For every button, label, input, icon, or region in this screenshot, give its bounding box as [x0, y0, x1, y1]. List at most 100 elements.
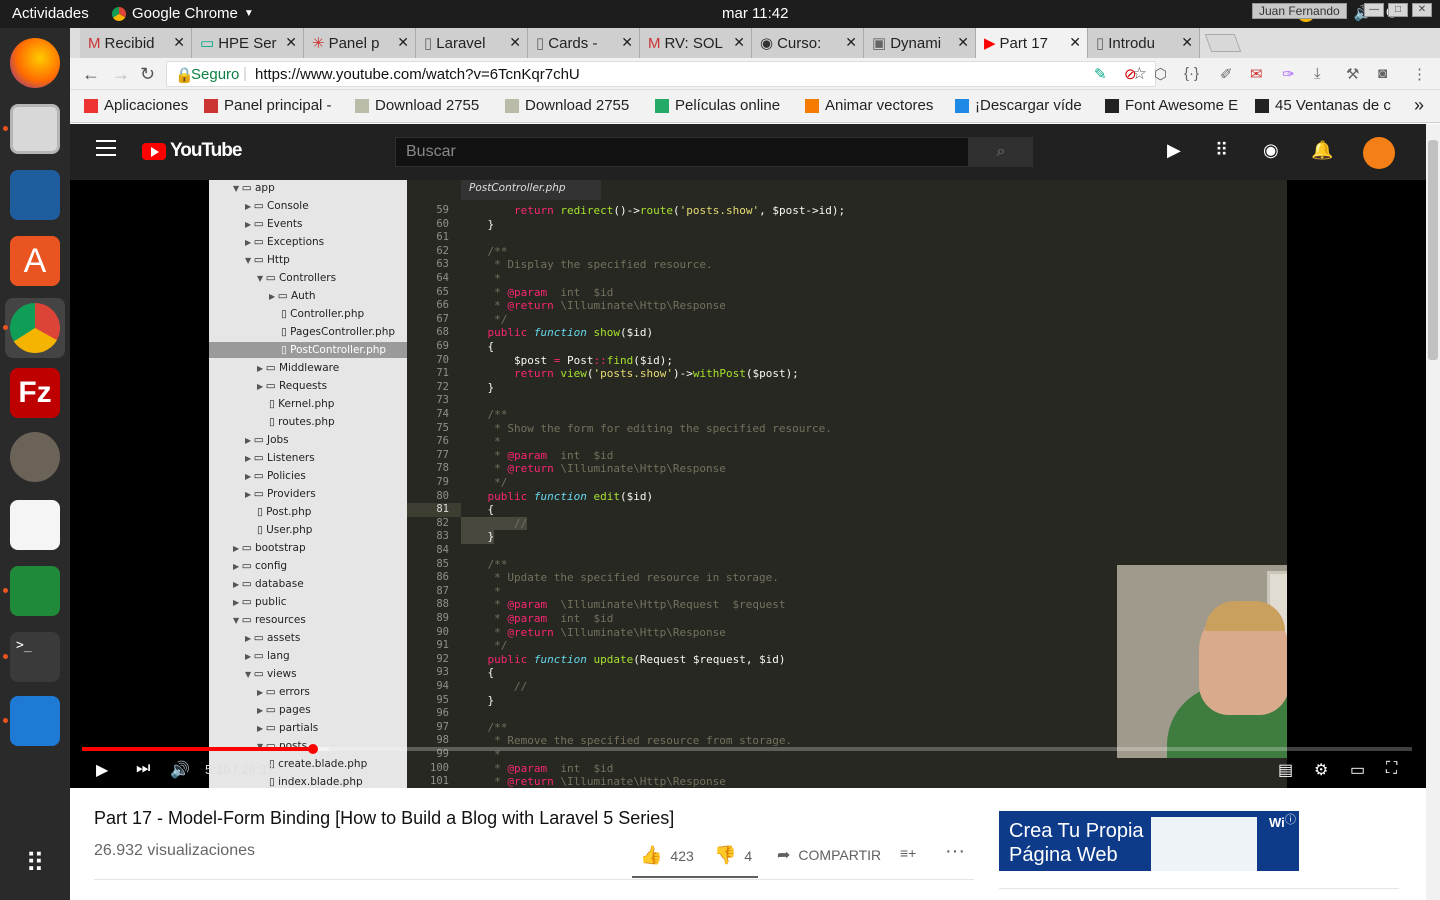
- video-player[interactable]: ▼ ▭ app ▶ ▭ Console ▶ ▭ Events ▶ ▭ Exceptio…: [70, 180, 1426, 788]
- bookmark-item[interactable]: Animar vectores: [805, 97, 933, 114]
- close-tab-icon[interactable]: ✕: [1181, 34, 1193, 51]
- theater-mode-icon[interactable]: ▭: [1350, 760, 1365, 780]
- settings-gear-icon[interactable]: ⚙: [1314, 760, 1328, 780]
- bookmark-item[interactable]: 45 Ventanas de c: [1255, 97, 1391, 114]
- calc-icon[interactable]: [10, 566, 60, 616]
- tab-introdu[interactable]: ▯ Introdu ✕: [1088, 28, 1200, 58]
- bookmark-item[interactable]: Download 2755: [355, 97, 479, 114]
- ad-banner[interactable]: Crea Tu Propia Página Web Wi ⓘ: [999, 811, 1299, 871]
- pen-icon[interactable]: ✐: [1220, 65, 1233, 83]
- gmail-checker-icon[interactable]: ✉: [1250, 65, 1263, 83]
- close-tab-icon[interactable]: ✕: [285, 34, 297, 51]
- apps-grid-icon[interactable]: ⠿: [1215, 140, 1228, 161]
- new-tab-button[interactable]: [1204, 34, 1242, 52]
- scrollbar-thumb[interactable]: [1428, 140, 1438, 360]
- tab-rv-sol[interactable]: M RV: SOL ✕: [640, 28, 752, 58]
- color-pick-icon[interactable]: ✑: [1282, 65, 1295, 83]
- more-vert-icon[interactable]: ⋮: [1412, 65, 1427, 83]
- next-icon[interactable]: ⏭: [136, 760, 150, 778]
- search-icon[interactable]: ⌕: [969, 137, 1033, 167]
- camera-icon[interactable]: ◙: [1378, 65, 1387, 82]
- file-tree-file: ▯ Post.php: [209, 504, 407, 520]
- writer-icon[interactable]: [10, 170, 60, 220]
- more-bookmarks-icon[interactable]: »: [1414, 95, 1424, 116]
- line-number: 87: [436, 584, 449, 597]
- text-editor-icon[interactable]: [10, 500, 60, 550]
- close-tab-icon[interactable]: ✕: [397, 34, 409, 51]
- tab-dynami[interactable]: ▣ Dynami ✕: [864, 28, 976, 58]
- add-to-playlist-icon[interactable]: ≡+: [900, 845, 916, 861]
- firefox-icon[interactable]: [10, 38, 60, 88]
- close-tab-icon[interactable]: ✕: [173, 34, 185, 51]
- youtube-logo[interactable]: YouTube: [142, 140, 242, 162]
- shield-icon[interactable]: ⬡: [1154, 65, 1167, 83]
- bookmark-item[interactable]: Películas online: [655, 97, 780, 114]
- disclosure-icon: ▶: [245, 454, 254, 463]
- tab-curso-[interactable]: ◉ Curso: ✕: [752, 28, 864, 58]
- bookmark-item[interactable]: Download 2755: [505, 97, 629, 114]
- profile-name[interactable]: Juan Fernando: [1252, 3, 1347, 19]
- avatar[interactable]: [1363, 137, 1395, 169]
- close-tab-icon[interactable]: ✕: [509, 34, 521, 51]
- subtitles-icon[interactable]: ▤: [1278, 760, 1293, 780]
- volume-icon[interactable]: 🔊: [170, 760, 190, 780]
- tab-hpe-ser[interactable]: ▭ HPE Ser ✕: [192, 28, 304, 58]
- bookmark-item[interactable]: Panel principal -: [204, 97, 332, 114]
- tab-part-17[interactable]: ▶ Part 17 ✕: [976, 28, 1088, 58]
- vscode-icon[interactable]: [10, 696, 60, 746]
- close-window-button[interactable]: ✕: [1412, 3, 1432, 17]
- file-icon: ▯: [257, 506, 267, 518]
- like-button[interactable]: 👍 423: [640, 845, 694, 866]
- code-line: * @param int $id: [461, 761, 614, 775]
- filezilla-icon[interactable]: Fz: [10, 368, 60, 418]
- extension-icon[interactable]: ✎: [1094, 65, 1107, 83]
- download-icon[interactable]: ⤓: [1314, 65, 1321, 82]
- close-tab-icon[interactable]: ✕: [1069, 34, 1081, 51]
- more-actions-icon[interactable]: ···: [945, 840, 965, 863]
- close-tab-icon[interactable]: ✕: [845, 34, 857, 51]
- tab-laravel[interactable]: ▯ Laravel ✕: [416, 28, 528, 58]
- close-tab-icon[interactable]: ✕: [621, 34, 633, 51]
- close-tab-icon[interactable]: ✕: [733, 34, 745, 51]
- progress-bar[interactable]: [82, 744, 1412, 754]
- fullscreen-icon[interactable]: ⛶: [1386, 760, 1397, 778]
- minimize-button[interactable]: —: [1364, 3, 1384, 17]
- notifications-bell-icon[interactable]: 🔔: [1311, 140, 1333, 161]
- code-line: * @return \Illuminate\Http\Response: [461, 775, 726, 788]
- close-tab-icon[interactable]: ✕: [957, 34, 969, 51]
- tab-recibid[interactable]: M Recibid ✕: [80, 28, 192, 58]
- clock[interactable]: mar 11:42: [722, 5, 788, 22]
- files-icon[interactable]: [10, 104, 60, 154]
- show-applications-icon[interactable]: ⠿: [10, 838, 60, 888]
- terminal-icon[interactable]: >_: [10, 632, 60, 682]
- forward-icon[interactable]: →: [112, 64, 130, 85]
- bookmark-item[interactable]: ¡Descargar víde: [955, 97, 1082, 114]
- json-icon[interactable]: {·}: [1184, 65, 1199, 82]
- hamburger-menu-icon[interactable]: [96, 140, 116, 156]
- share-button[interactable]: ➦ COMPARTIR: [777, 845, 881, 865]
- file-tree-folder: ▶ ▭ errors: [209, 684, 407, 700]
- app-menu[interactable]: Google Chrome ▼: [112, 5, 254, 22]
- activities-button[interactable]: Actividades: [12, 5, 89, 22]
- file-tree-label: public: [254, 596, 287, 608]
- tools-icon[interactable]: ⚒: [1346, 65, 1359, 83]
- adblock-icon[interactable]: ⊘: [1124, 65, 1137, 83]
- gimp-icon[interactable]: [10, 432, 60, 482]
- messages-icon[interactable]: ◉: [1263, 140, 1279, 161]
- play-icon[interactable]: ▶: [96, 760, 108, 780]
- search-input[interactable]: Buscar: [395, 137, 969, 167]
- page-scrollbar[interactable]: [1426, 124, 1440, 900]
- software-center-icon[interactable]: A: [10, 236, 60, 286]
- bookmark-item[interactable]: Font Awesome E: [1105, 97, 1238, 114]
- reload-icon[interactable]: ↻: [140, 64, 155, 85]
- dislike-button[interactable]: 👎 4: [714, 845, 752, 866]
- bookmark-item[interactable]: Aplicaciones: [84, 97, 188, 114]
- omnibox[interactable]: 🔒 Seguro | https://www.youtube.com/watch…: [166, 61, 1156, 87]
- line-number: 74: [436, 408, 449, 420]
- tab-cards-[interactable]: ▯ Cards - ✕: [528, 28, 640, 58]
- back-icon[interactable]: ←: [82, 64, 100, 85]
- tab-panel-p[interactable]: ✳ Panel p ✕: [304, 28, 416, 58]
- maximize-button[interactable]: □: [1388, 3, 1408, 17]
- ad-info-icon[interactable]: ⓘ: [1285, 811, 1296, 827]
- create-video-icon[interactable]: ▶: [1167, 140, 1181, 161]
